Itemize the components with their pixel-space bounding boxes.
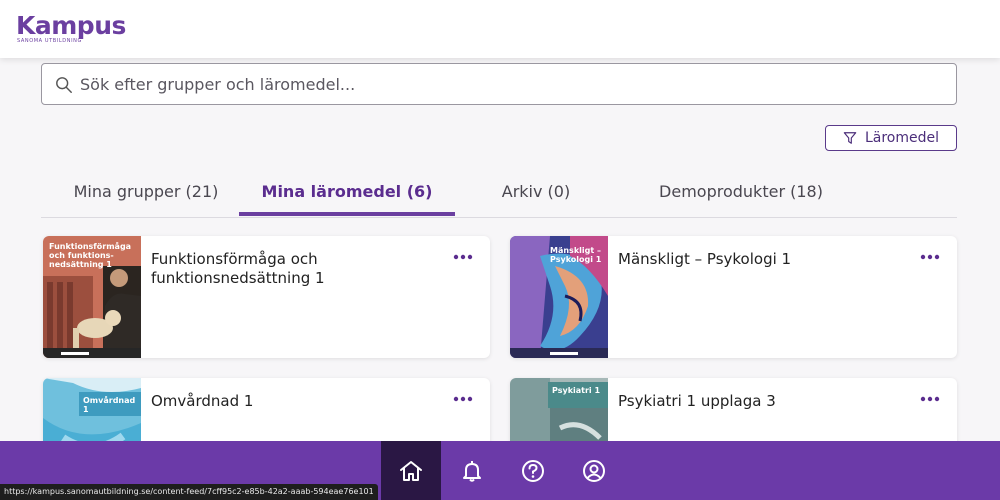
search-icon xyxy=(56,77,72,93)
bell-icon xyxy=(463,460,481,482)
tab-mina-laromedel[interactable]: Mina läromedel (6) xyxy=(239,172,455,216)
filter-label: Läromedel xyxy=(864,130,940,146)
tab-mina-grupper[interactable]: Mina grupper (21) xyxy=(51,172,241,216)
more-options-icon[interactable] xyxy=(919,250,941,264)
book-title: Omvårdnad 1 xyxy=(151,392,254,410)
tab-bar: Mina grupper (21) Mina läromedel (6) Ark… xyxy=(41,172,957,218)
link-status-bar: https://kampus.sanomautbildning.se/conte… xyxy=(0,484,378,500)
book-cover: Mänskligt – Psykologi 1 xyxy=(510,236,608,358)
book-cover-title: Mänskligt – Psykologi 1 xyxy=(550,246,602,264)
nav-home[interactable] xyxy=(381,441,441,500)
search-input[interactable] xyxy=(80,65,940,103)
kampus-logo[interactable]: Kampus SANOMA UTBILDNING xyxy=(16,11,126,45)
filter-icon xyxy=(843,132,857,144)
book-title: Funktionsförmåga och funktionsnedsättnin… xyxy=(151,250,325,287)
book-cover-title: Funktionsförmåga och funktions-nedsättni… xyxy=(49,242,132,269)
more-options-icon[interactable] xyxy=(919,392,941,406)
book-cover-title: Psykiatri 1 xyxy=(552,386,601,395)
book-cover: Funktionsförmåga och funktions-nedsättni… xyxy=(43,236,141,358)
logo-text: Kampus xyxy=(16,11,126,40)
nav-profile[interactable] xyxy=(564,441,624,500)
user-icon xyxy=(583,459,605,482)
book-card[interactable]: Mänskligt – Psykologi 1 Mänskligt – Psyk… xyxy=(510,236,957,358)
nav-help[interactable] xyxy=(503,441,563,500)
top-header: Kampus SANOMA UTBILDNING xyxy=(0,0,1000,58)
book-cover-title: Omvårdnad 1 xyxy=(83,396,136,414)
book-card[interactable]: Funktionsförmåga och funktions-nedsättni… xyxy=(43,236,490,358)
help-icon xyxy=(522,459,544,482)
search-box[interactable] xyxy=(41,63,957,105)
nav-notifications[interactable] xyxy=(442,441,502,500)
book-title: Mänskligt – Psykologi 1 xyxy=(618,250,792,268)
more-options-icon[interactable] xyxy=(452,250,474,264)
book-title: Psykiatri 1 upplaga 3 xyxy=(618,392,776,410)
tab-arkiv[interactable]: Arkiv (0) xyxy=(481,172,591,216)
logo-subtext: SANOMA UTBILDNING xyxy=(17,38,82,44)
tab-demoprodukter[interactable]: Demoprodukter (18) xyxy=(641,172,841,216)
more-options-icon[interactable] xyxy=(452,392,474,406)
home-icon xyxy=(400,460,422,481)
filter-button[interactable]: Läromedel xyxy=(825,125,957,151)
